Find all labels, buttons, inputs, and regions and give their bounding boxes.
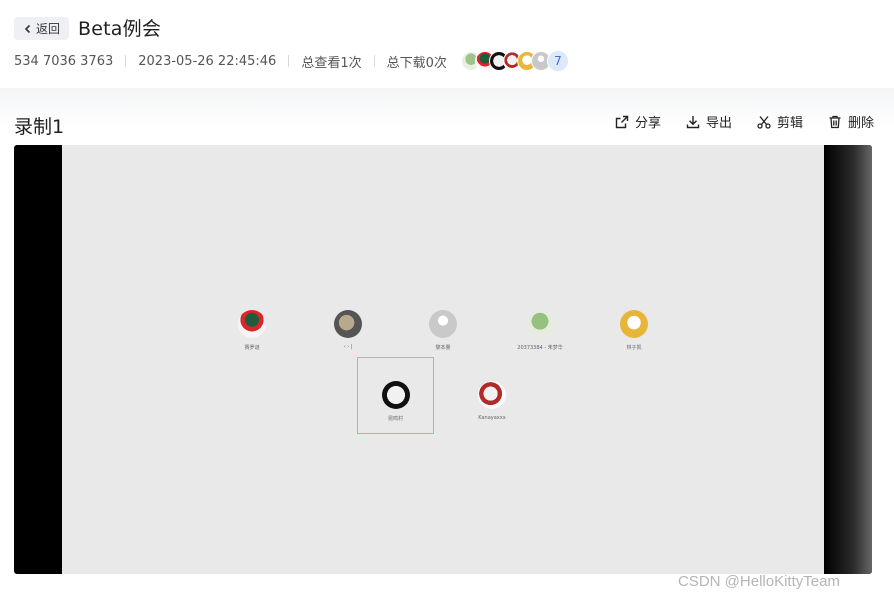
video-frame: 赛罗谜 ‹ › | 黎本量 20373384 - 朱梦华 林子凯 昆鸣村 Kan… bbox=[62, 145, 824, 574]
back-label: 返回 bbox=[35, 22, 60, 36]
edit-button[interactable]: 剪辑 bbox=[756, 112, 803, 131]
participant-tile: 林子凯 bbox=[594, 310, 674, 351]
meeting-id: 534 7036 3763 bbox=[14, 53, 114, 69]
chevron-left-icon bbox=[24, 24, 31, 33]
share-label: 分享 bbox=[634, 116, 661, 131]
share-icon bbox=[615, 115, 629, 128]
participant-name: 黎本量 bbox=[435, 345, 451, 351]
delete-button[interactable]: 删除 bbox=[827, 112, 874, 131]
view-count: 总查看1次 bbox=[301, 55, 362, 71]
speaker-name: 昆鸣村 bbox=[387, 416, 403, 422]
participant-tile: 20373384 - 朱梦华 bbox=[500, 310, 580, 351]
active-speaker-tile: 昆鸣村 bbox=[357, 357, 434, 434]
participant-name: 20373384 - 朱梦华 bbox=[517, 345, 563, 351]
divider bbox=[125, 55, 127, 67]
export-button[interactable]: 导出 bbox=[685, 112, 732, 131]
letterbox-right bbox=[824, 145, 872, 574]
meeting-meta: 534 7036 3763 2023-05-26 22:45:46 总查看1次 … bbox=[14, 50, 569, 72]
delete-label: 删除 bbox=[847, 116, 874, 131]
avatar-red-green bbox=[238, 310, 266, 338]
participant-count-badge[interactable]: 7 bbox=[546, 50, 569, 72]
meeting-datetime: 2023-05-26 22:45:46 bbox=[138, 53, 277, 69]
participant-avatars[interactable]: 7 bbox=[460, 50, 569, 72]
edit-label: 剪辑 bbox=[776, 116, 803, 131]
participant-name: 赛罗谜 bbox=[244, 345, 260, 351]
export-label: 导出 bbox=[705, 116, 732, 131]
participant-name: ‹ › | bbox=[343, 344, 353, 350]
recording-actions: 分享 导出 剪辑 删除 bbox=[614, 112, 874, 131]
participant-name: Kanayaxxx bbox=[478, 415, 506, 421]
trash-icon bbox=[829, 115, 841, 128]
participant-name: 林子凯 bbox=[626, 345, 642, 351]
recording-header: 返回 Beta例会 534 7036 3763 2023-05-26 22:45… bbox=[0, 0, 894, 88]
participant-tile: Kanayaxxx bbox=[452, 381, 532, 421]
divider bbox=[373, 55, 375, 67]
participant-tile: 黎本量 bbox=[403, 310, 483, 351]
csdn-watermark: CSDN @HelloKittyTeam bbox=[678, 573, 840, 590]
avatar-cartoon bbox=[620, 310, 648, 338]
divider bbox=[288, 55, 290, 67]
avatar-sketch bbox=[381, 381, 410, 409]
meeting-title: Beta例会 bbox=[78, 18, 162, 40]
scissors-icon bbox=[757, 115, 771, 129]
download-icon bbox=[686, 115, 700, 128]
participant-tile: ‹ › | bbox=[308, 310, 388, 350]
avatar-default bbox=[429, 310, 457, 338]
avatar-anime bbox=[478, 381, 506, 409]
recording-title: 录制1 bbox=[14, 116, 65, 138]
avatar-figurine bbox=[526, 310, 554, 338]
recording-section: 录制1 分享 导出 剪辑 删除 赛罗谜 ‹ › | 黎本量 20373384 -… bbox=[0, 88, 894, 603]
share-button[interactable]: 分享 bbox=[614, 112, 661, 131]
participant-tile: 赛罗谜 bbox=[212, 310, 292, 351]
download-count: 总下载0次 bbox=[386, 55, 447, 71]
back-button[interactable]: 返回 bbox=[14, 17, 69, 40]
video-player[interactable]: 赛罗谜 ‹ › | 黎本量 20373384 - 朱梦华 林子凯 昆鸣村 Kan… bbox=[14, 145, 872, 574]
avatar-gray-book bbox=[334, 310, 362, 338]
